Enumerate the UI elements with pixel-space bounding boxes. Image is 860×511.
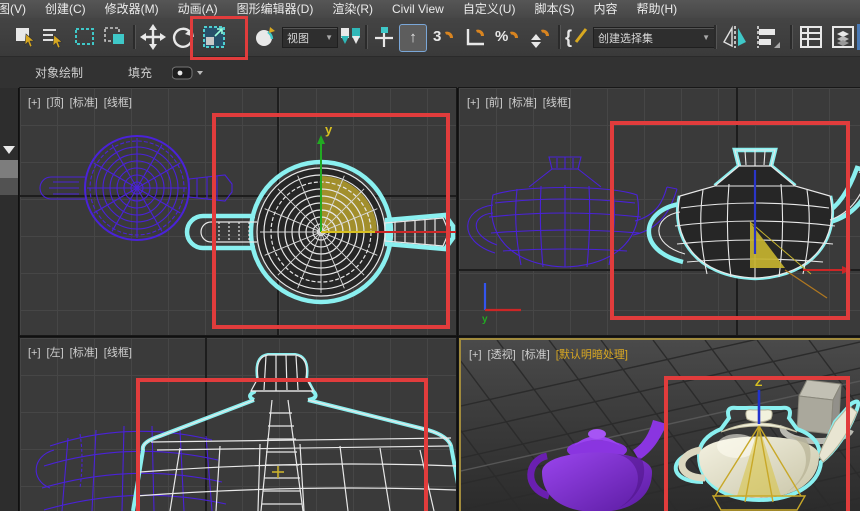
coord-system-value: 视图 xyxy=(287,32,309,45)
menu-create[interactable]: 创建(C) xyxy=(45,0,86,18)
window-crossing-icon[interactable] xyxy=(102,24,128,50)
selection-set-value: 创建选择集 xyxy=(598,32,653,45)
axis-y-label: y xyxy=(482,314,488,325)
tab-populate[interactable]: 填充 xyxy=(128,64,152,81)
magnet-icon xyxy=(510,31,519,38)
viewport-menu-pov[interactable]: [前] xyxy=(486,97,503,109)
snaps-toggle-icon[interactable] xyxy=(371,24,397,50)
viewport-menu-pov[interactable]: [顶] xyxy=(47,97,64,109)
select-by-name-icon[interactable] xyxy=(40,24,66,50)
select-object-icon[interactable] xyxy=(12,24,38,50)
align-glyph xyxy=(757,26,780,48)
window-crossing-glyph xyxy=(104,27,124,44)
ribbon-bar: 对象绘制 填充 xyxy=(0,57,860,89)
menu-rendering[interactable]: 渲染(R) xyxy=(332,0,373,18)
mirror-icon[interactable] xyxy=(722,24,748,50)
toolbar-divider xyxy=(133,25,136,49)
annotation-front-teapot-highlight xyxy=(610,121,850,320)
menu-help[interactable]: 帮助(H) xyxy=(637,0,678,18)
toolbar-divider xyxy=(558,25,561,49)
select-and-move-icon[interactable] xyxy=(140,24,166,50)
layer-manager-glyph xyxy=(800,26,822,48)
manipulate-glyph xyxy=(256,27,275,46)
select-and-manipulate-icon[interactable] xyxy=(252,24,278,50)
menu-bar: 视图(V) 创建(C) 修改器(M) 动画(A) 图形编辑器(D) 渲染(R) … xyxy=(0,0,860,18)
viewport-menu-shading[interactable]: [默认明暗处理] xyxy=(556,349,628,361)
chevron-down-icon: ▼ xyxy=(325,33,333,42)
edit-named-selection-sets-icon[interactable]: { xyxy=(565,24,591,50)
viewport-menu-plus[interactable]: [+] xyxy=(28,347,41,359)
menu-view[interactable]: 视图(V) xyxy=(0,0,26,18)
magnet-icon xyxy=(445,31,454,38)
angle-snap-icon[interactable] xyxy=(463,24,489,50)
select-by-name-glyph xyxy=(43,29,63,49)
rectangular-selection-region-icon[interactable] xyxy=(72,24,98,50)
pivot-center-glyph xyxy=(341,28,360,44)
viewport-menu-standard[interactable]: [标准] xyxy=(522,349,550,361)
layer-manager-icon[interactable] xyxy=(798,24,824,50)
named-selection-set-dropdown[interactable]: 创建选择集 ▼ xyxy=(593,27,715,48)
reference-coordinate-system-dropdown[interactable]: 视图 ▼ xyxy=(282,27,338,48)
move-glyph xyxy=(140,24,166,50)
viewport-menu-shading[interactable]: [线框] xyxy=(104,97,132,109)
viewport-menu-standard[interactable]: [标准] xyxy=(509,97,537,109)
scene-explorer-icon[interactable] xyxy=(830,24,856,50)
keyboard-shortcut-override-toggle[interactable]: ↑ xyxy=(399,24,427,52)
chevron-down-icon: ▼ xyxy=(702,33,710,42)
spinner-snap-icon[interactable] xyxy=(527,24,553,50)
align-icon[interactable] xyxy=(754,24,780,50)
menu-scripting[interactable]: 脚本(S) xyxy=(534,0,574,18)
populate-flyout-icon[interactable] xyxy=(171,66,206,85)
rect-region-glyph xyxy=(75,28,94,45)
toolbar-divider xyxy=(714,25,717,49)
viewport-menu-shading[interactable]: [线框] xyxy=(543,97,571,109)
viewport-menu-shading[interactable]: [线框] xyxy=(104,347,132,359)
snaps-toggle-glyph xyxy=(375,27,393,47)
spinner-snap-glyph xyxy=(531,29,550,48)
viewport-perspective-label: [+] [透视] [标准] [默认明暗处理] xyxy=(469,346,634,362)
annotation-left-teapot-highlight xyxy=(136,378,428,511)
viewport-left-label: [+] [左] [标准] [线框] xyxy=(28,344,138,360)
menu-content[interactable]: 内容 xyxy=(593,0,617,18)
snap-toggle-3d-icon[interactable]: 3 xyxy=(431,24,457,50)
mirror-glyph xyxy=(723,25,746,48)
viewport-menu-plus[interactable]: [+] xyxy=(28,97,41,109)
panel-band xyxy=(0,160,18,178)
toolbar-divider xyxy=(790,25,793,49)
menu-graph-editors[interactable]: 图形编辑器(D) xyxy=(237,0,314,18)
toolbar-divider xyxy=(365,25,368,49)
percent-snap-icon[interactable]: % xyxy=(495,24,521,50)
angle-snap-glyph xyxy=(466,29,485,46)
main-toolbar: 视图 ▼ ↑ 3 % { 创建选择集 ▼ xyxy=(0,18,860,57)
3dsmax-window: 视图(V) 创建(C) 修改器(M) 动画(A) 图形编辑器(D) 渲染(R) … xyxy=(0,0,860,511)
viewport-menu-plus[interactable]: [+] xyxy=(467,97,480,109)
menu-modifiers[interactable]: 修改器(M) xyxy=(105,0,159,18)
use-pivot-point-center-icon[interactable] xyxy=(338,24,364,50)
viewport-top-label: [+] [顶] [标准] [线框] xyxy=(28,94,138,110)
panel-band xyxy=(0,178,18,195)
scene-explorer-glyph xyxy=(832,26,854,48)
viewport-menu-standard[interactable]: [标准] xyxy=(70,97,98,109)
annotation-perspective-teapot-highlight xyxy=(664,376,850,511)
pencil-icon xyxy=(574,28,588,43)
menu-civil-view[interactable]: Civil View xyxy=(392,0,444,18)
annotation-scale-tool-highlight xyxy=(190,16,248,60)
menu-customize[interactable]: 自定义(U) xyxy=(463,0,516,18)
select-object-glyph xyxy=(16,28,35,48)
viewport-menu-plus[interactable]: [+] xyxy=(469,349,482,361)
viewport-menu-pov[interactable]: [左] xyxy=(47,347,64,359)
viewport-front-label: [+] [前] [标准] [线框] xyxy=(467,94,577,110)
keyboard-override-glyph: ↑ xyxy=(409,29,417,46)
viewport-menu-standard[interactable]: [标准] xyxy=(70,347,98,359)
viewport-menu-pov[interactable]: [透视] xyxy=(488,349,516,361)
populate-flyout-glyph xyxy=(171,66,203,80)
chevron-down-icon[interactable] xyxy=(3,146,15,154)
annotation-top-teapot-highlight xyxy=(212,113,450,329)
tab-object-paint[interactable]: 对象绘制 xyxy=(35,64,83,81)
left-panel-strip xyxy=(0,88,18,511)
